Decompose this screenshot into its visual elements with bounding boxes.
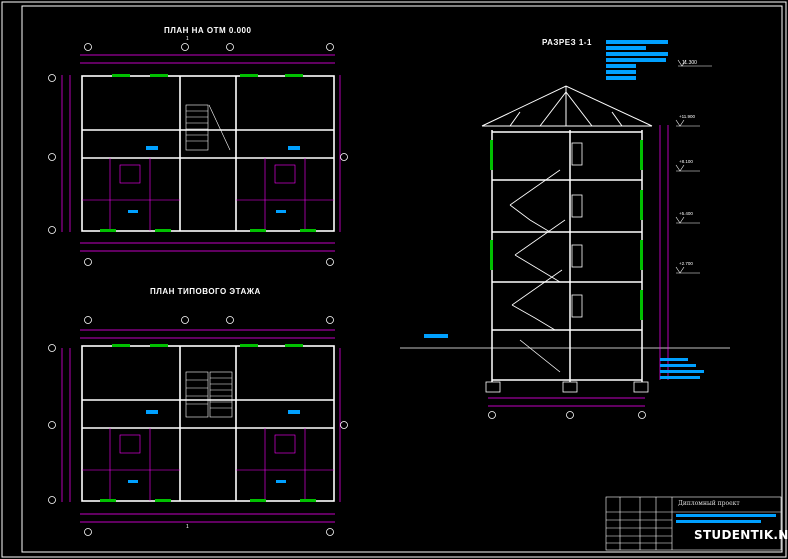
section-title: РАЗРЕЗ 1-1 <box>542 38 592 47</box>
level-mark-ridge: 11.300 <box>682 60 697 66</box>
outer-frame <box>1 1 787 558</box>
section-marker-top: 1 <box>186 36 189 42</box>
typical-floor-plan <box>48 316 348 536</box>
ground-plan-title: ПЛАН НА ОТМ 0.000 <box>164 26 252 35</box>
section-1-1 <box>400 40 730 419</box>
section-marker-bottom: 1 <box>186 524 189 530</box>
project-title: Дипломный проект <box>678 500 740 507</box>
typical-plan-title: ПЛАН ТИПОВОГО ЭТАЖА <box>150 287 261 296</box>
watermark: STUDENTIK.NET <box>694 528 788 542</box>
level-mark-2: +8.100 <box>679 159 693 164</box>
drawing-sheet: 11.300 +11.900 +8.100 +5.400 +2.700 1 1 <box>1 1 787 558</box>
ground-floor-plan <box>48 43 348 266</box>
level-mark-3: +5.400 <box>679 211 693 216</box>
level-mark-4: +2.700 <box>679 261 693 266</box>
level-mark-1: +11.900 <box>679 114 696 119</box>
